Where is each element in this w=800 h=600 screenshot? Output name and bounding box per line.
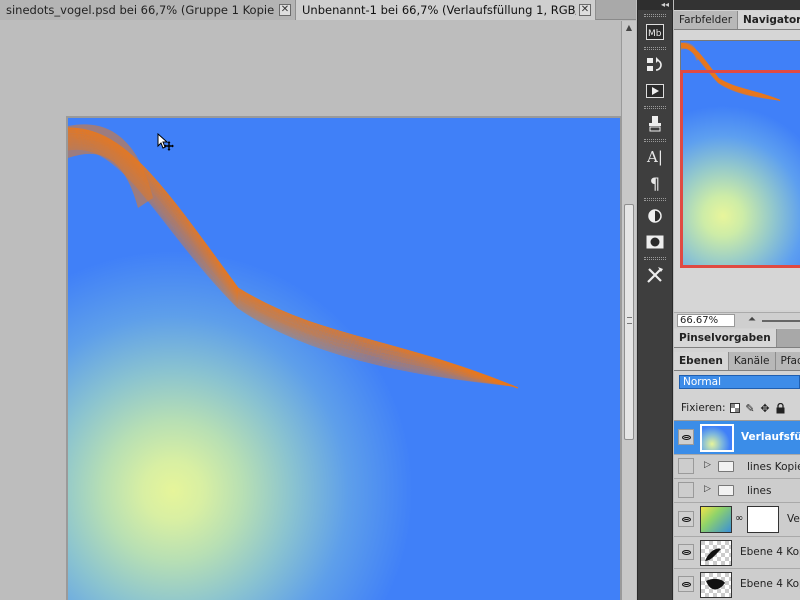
tab-farbfelder[interactable]: Farbfelder bbox=[674, 11, 739, 29]
clone-source-icon bbox=[649, 116, 661, 132]
visibility-eye-icon[interactable] bbox=[678, 429, 694, 445]
dock-grip[interactable] bbox=[644, 14, 666, 17]
close-icon[interactable]: ✕ bbox=[579, 4, 591, 16]
scroll-up-arrow-icon[interactable]: ▲ bbox=[624, 23, 634, 33]
history-icon bbox=[647, 57, 662, 71]
lock-label: Fixieren: bbox=[681, 402, 726, 414]
link-chain-icon[interactable]: ∞ bbox=[735, 513, 743, 524]
layer-name[interactable]: Verlaufsfüllu bbox=[741, 431, 800, 443]
layer-name[interactable]: Ve bbox=[787, 513, 800, 525]
tool-presets-button[interactable] bbox=[644, 264, 666, 286]
vertical-scrollbar[interactable]: ▲ bbox=[621, 21, 636, 600]
layer-row[interactable]: ▷ lines Kopie 2 bbox=[674, 455, 800, 479]
visibility-toggle[interactable] bbox=[678, 458, 694, 474]
dock-grip[interactable] bbox=[644, 139, 666, 142]
blend-mode-select[interactable]: Normal bbox=[679, 375, 800, 389]
document-tab-label: Unbenannt-1 bei 66,7% (Verlaufsfüllung 1… bbox=[302, 3, 576, 17]
layer-thumbnail bbox=[700, 540, 732, 566]
dock-grip[interactable] bbox=[644, 257, 666, 260]
layer-name[interactable]: Ebene 4 Kopi bbox=[740, 578, 800, 590]
lock-all-icon[interactable] bbox=[775, 402, 786, 414]
dock-grip[interactable] bbox=[644, 198, 666, 201]
layer-thumbnail bbox=[700, 424, 734, 452]
photoshop-window: sinedots_vogel.psd bei 66,7% (Gruppe 1 K… bbox=[0, 0, 800, 600]
document-tab-label: sinedots_vogel.psd bei 66,7% (Gruppe 1 K… bbox=[6, 3, 276, 17]
layer-thumbnail bbox=[700, 572, 732, 598]
character-button[interactable]: A| bbox=[644, 146, 666, 168]
folder-icon bbox=[718, 485, 734, 496]
character-icon: A| bbox=[647, 148, 663, 166]
panel-dock: ◂◂ Mb A| ¶ bbox=[637, 0, 673, 600]
tab-kanaele[interactable]: Kanäle bbox=[728, 352, 776, 370]
tab-pinselvorgaben[interactable]: Pinselvorgaben bbox=[674, 329, 777, 347]
layer-row[interactable]: Ebene 4 Kopi bbox=[674, 537, 800, 569]
layer-row[interactable]: ▷ lines bbox=[674, 479, 800, 503]
layer-row[interactable]: Verlaufsfüllu bbox=[674, 421, 800, 455]
lock-row: Fixieren: ✎ ✥ bbox=[674, 398, 800, 418]
close-icon[interactable]: ✕ bbox=[279, 4, 291, 16]
history-button[interactable] bbox=[644, 54, 666, 76]
visibility-eye-icon[interactable] bbox=[678, 511, 694, 527]
document-tab-unbenannt[interactable]: Unbenannt-1 bei 66,7% (Verlaufsfüllung 1… bbox=[296, 0, 596, 20]
document-tab-sinedots[interactable]: sinedots_vogel.psd bei 66,7% (Gruppe 1 K… bbox=[0, 0, 296, 20]
layer-row[interactable]: Ebene 4 Kopi bbox=[674, 569, 800, 600]
collapse-dock-button[interactable]: ◂◂ bbox=[638, 0, 672, 10]
image-canvas[interactable] bbox=[68, 118, 620, 600]
visibility-toggle[interactable] bbox=[678, 482, 694, 498]
grip-icon bbox=[627, 317, 632, 324]
adjustments-button[interactable] bbox=[644, 205, 666, 227]
document-tab-bar: sinedots_vogel.psd bei 66,7% (Gruppe 1 K… bbox=[0, 0, 636, 20]
panels-header bbox=[674, 0, 800, 10]
adjustments-icon bbox=[648, 209, 662, 223]
dock-grip[interactable] bbox=[644, 106, 666, 109]
mini-bridge-icon: Mb bbox=[646, 24, 664, 40]
right-panels: Farbfelder Navigator 66.67% ⏶ Pinselvorg… bbox=[674, 0, 800, 600]
navigator-zoom-row: 66.67% ⏶ bbox=[674, 312, 800, 328]
layer-name[interactable]: lines bbox=[747, 485, 771, 497]
clone-source-button[interactable] bbox=[644, 113, 666, 135]
zoom-field[interactable]: 66.67% bbox=[677, 314, 735, 327]
folder-icon bbox=[718, 461, 734, 472]
navigator-tab-row: Farbfelder Navigator bbox=[674, 11, 800, 30]
sine-line-head bbox=[68, 124, 153, 208]
paragraph-icon: ¶ bbox=[649, 173, 661, 193]
layer-name[interactable]: Ebene 4 Kopi bbox=[740, 546, 800, 558]
layer-mask-thumbnail[interactable] bbox=[747, 506, 779, 533]
sine-line-head bbox=[681, 42, 700, 61]
paragraph-button[interactable]: ¶ bbox=[644, 172, 666, 194]
expand-arrow-icon[interactable]: ▷ bbox=[704, 460, 711, 470]
actions-play-icon bbox=[646, 84, 664, 98]
navigator-view-box[interactable] bbox=[680, 70, 800, 268]
layers-list: Verlaufsfüllu ▷ lines Kopie 2 ▷ lines ∞ bbox=[674, 420, 800, 600]
tab-pfade[interactable]: Pfade bbox=[775, 352, 800, 370]
sine-lines-artwork bbox=[68, 124, 519, 389]
lock-position-move-icon[interactable]: ✥ bbox=[760, 402, 771, 415]
masks-button[interactable] bbox=[644, 231, 666, 253]
move-cursor-icon bbox=[157, 133, 174, 151]
tool-presets-icon bbox=[647, 267, 663, 283]
zoom-out-icon[interactable]: ⏶ bbox=[748, 314, 756, 325]
document-workspace[interactable] bbox=[0, 21, 622, 600]
masks-icon bbox=[646, 235, 664, 249]
svg-text:Mb: Mb bbox=[648, 29, 662, 39]
actions-button[interactable] bbox=[644, 80, 666, 102]
mini-bridge-button[interactable]: Mb bbox=[644, 21, 666, 43]
tab-navigator[interactable]: Navigator bbox=[738, 11, 800, 29]
expand-arrow-icon[interactable]: ▷ bbox=[704, 484, 711, 494]
lock-transparency-icon[interactable] bbox=[730, 403, 741, 414]
dock-grip[interactable] bbox=[644, 47, 666, 50]
layer-row[interactable]: ∞ Ve bbox=[674, 503, 800, 537]
visibility-eye-icon[interactable] bbox=[678, 544, 694, 560]
tab-ebenen[interactable]: Ebenen bbox=[674, 352, 729, 370]
brush-presets-tab-row: Pinselvorgaben bbox=[674, 329, 800, 348]
layers-tab-row: Ebenen Kanäle Pfade bbox=[674, 352, 800, 371]
layer-name[interactable]: lines Kopie 2 bbox=[747, 461, 800, 473]
visibility-eye-icon[interactable] bbox=[678, 576, 694, 592]
lock-pixels-brush-icon[interactable]: ✎ bbox=[745, 402, 756, 415]
gradient-map-thumbnail bbox=[700, 506, 732, 533]
zoom-slider[interactable] bbox=[762, 320, 800, 322]
scrollbar-thumb[interactable] bbox=[624, 204, 634, 440]
